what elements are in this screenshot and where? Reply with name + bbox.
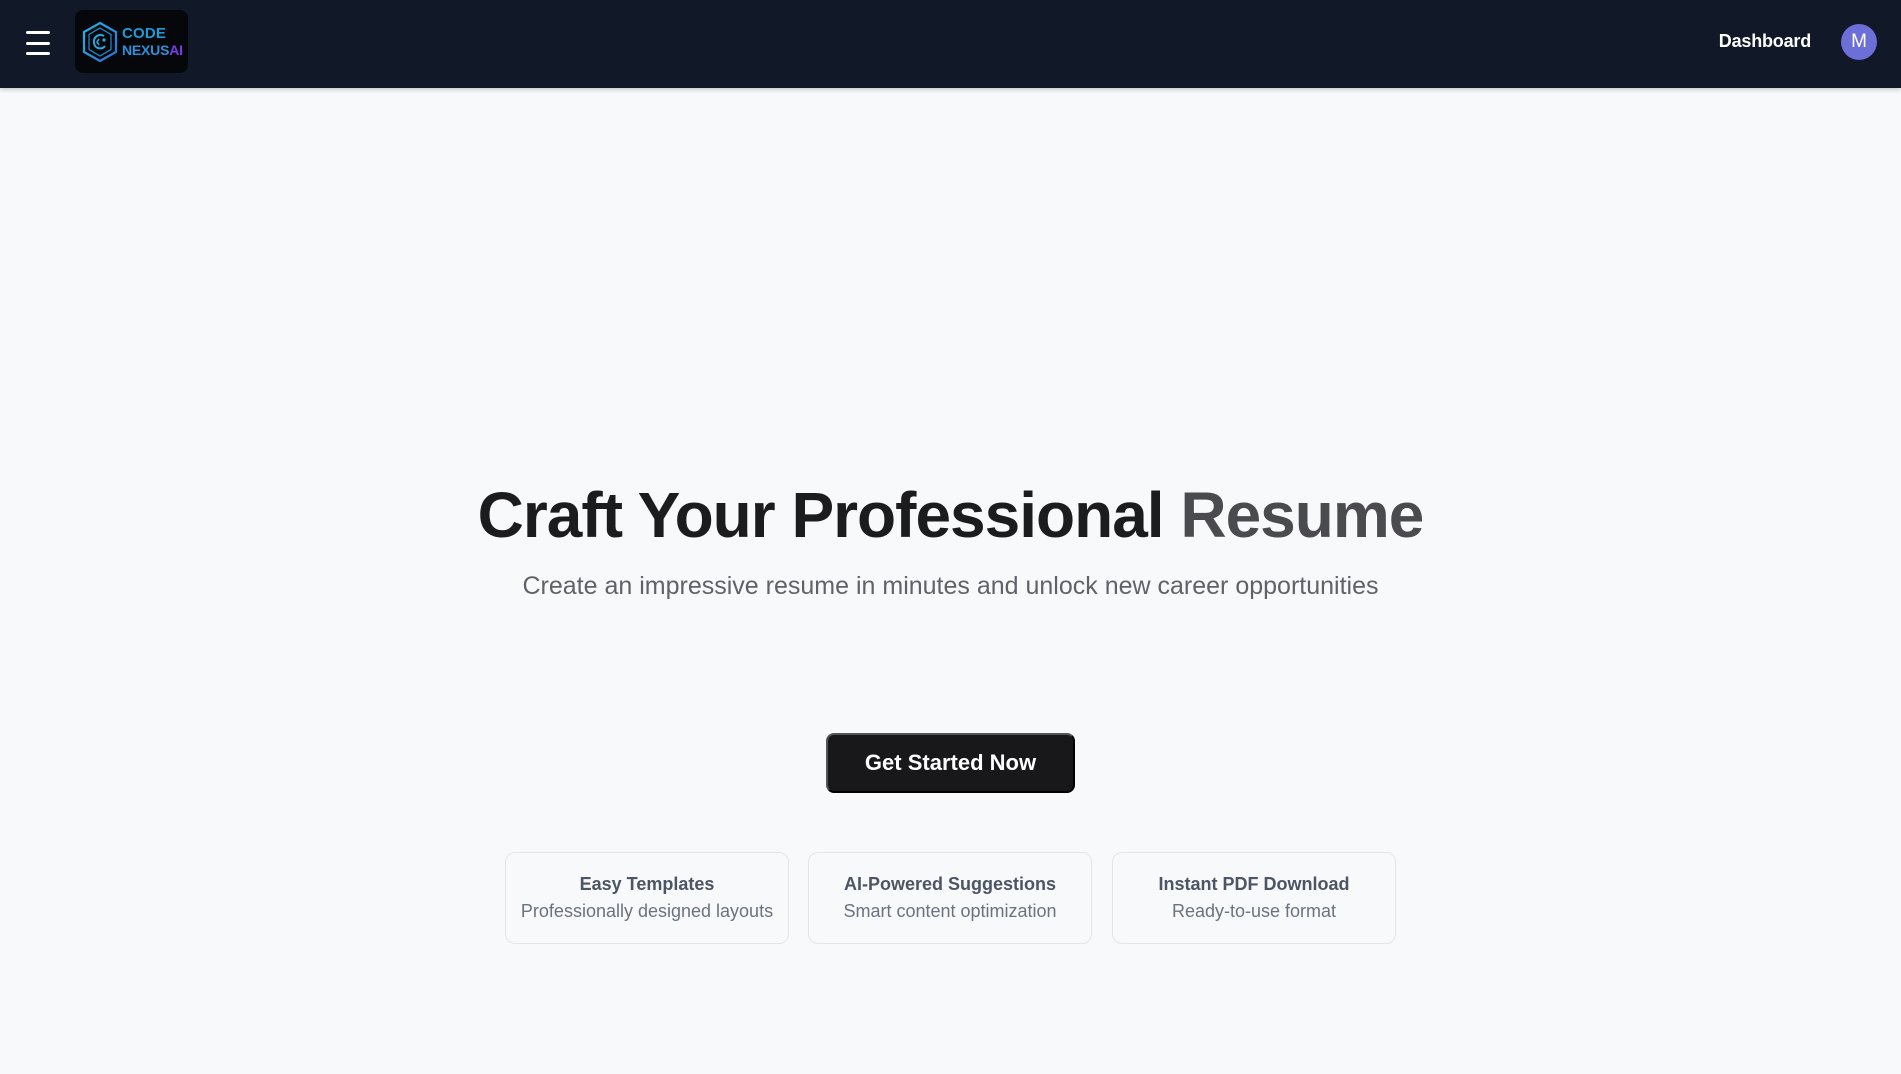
feature-title: AI-Powered Suggestions (843, 874, 1057, 894)
feature-description: Professionally designed layouts (520, 901, 774, 921)
get-started-button[interactable]: Get Started Now (826, 733, 1075, 793)
app-logo[interactable]: CODE NEXUSAI (75, 10, 188, 73)
hero-section: Craft Your Professional Resume Create an… (0, 88, 1901, 1074)
feature-card-easy-templates: Easy Templates Professionally designed l… (505, 852, 789, 944)
feature-description: Ready-to-use format (1171, 901, 1337, 921)
feature-title: Easy Templates (579, 874, 715, 894)
top-navbar: CODE NEXUSAI Dashboard M (0, 0, 1901, 88)
hero-title: Craft Your Professional Resume (477, 479, 1425, 551)
user-avatar[interactable]: M (1841, 24, 1877, 60)
hamburger-menu-icon[interactable] (26, 31, 54, 55)
hexagon-code-logo-icon (82, 21, 118, 62)
feature-card-ai-suggestions: AI-Powered Suggestions Smart content opt… (808, 852, 1092, 944)
feature-cards: Easy Templates Professionally designed l… (505, 852, 1396, 944)
logo-text-nexusai: NEXUSAI (122, 41, 183, 58)
nav-link-dashboard[interactable]: Dashboard (1719, 31, 1811, 52)
feature-card-pdf-download: Instant PDF Download Ready-to-use format (1112, 852, 1396, 944)
feature-description: Smart content optimization (843, 901, 1057, 921)
logo-text-code: CODE (122, 24, 167, 42)
feature-title: Instant PDF Download (1158, 874, 1350, 894)
hero-subtitle: Create an impressive resume in minutes a… (522, 572, 1379, 600)
